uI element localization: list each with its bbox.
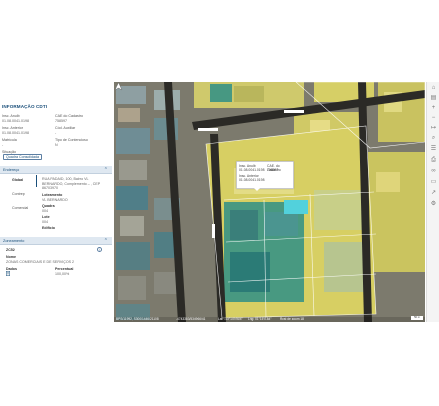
zoom-in-icon[interactable]: + xyxy=(430,105,437,112)
parcel-popup[interactable]: Insc. Anulb 01.08.0041.0198 CAE. do Cada… xyxy=(236,161,294,189)
edificio-label: Edifício xyxy=(42,226,55,230)
cad-cadastro-label: CAE do Cadastro xyxy=(55,114,83,118)
popup-pointer xyxy=(254,188,260,191)
settings-icon[interactable]: ⚙ xyxy=(430,201,437,208)
cod-auxiliar-value: - xyxy=(55,131,57,135)
status-coord-2: -4743383/534966/41 xyxy=(176,317,206,321)
panel-title: INFORMAÇÃO CDTI xyxy=(2,104,48,109)
matricula-value: - xyxy=(2,143,4,147)
zone-code: ZC52 xyxy=(6,248,15,252)
status-zoom: Rcst de zoom 18 xyxy=(280,317,304,321)
logradouro-label: Loteamento xyxy=(42,193,63,197)
endereco-global-value: RUA PADAID, 100, Bairro VL BERNARDO, Com… xyxy=(42,177,101,191)
share-icon[interactable]: ↗ xyxy=(430,190,437,197)
home-icon[interactable]: ⌂ xyxy=(430,85,437,92)
zoom-out-icon[interactable]: − xyxy=(430,115,437,122)
measure-icon[interactable]: ↦ xyxy=(430,125,437,132)
contrep-label: Contrep xyxy=(12,192,25,196)
link-icon[interactable]: ∞ xyxy=(430,168,437,175)
zoneamento-section-title: Zoneamento xyxy=(3,239,25,243)
insc-anterior-value: 01.08.0041.0198 xyxy=(2,131,29,135)
popup-cad-value: 758597 xyxy=(267,168,279,172)
endereco-section-title: Endereço xyxy=(3,168,20,172)
chat-icon[interactable]: ▭ xyxy=(430,179,437,186)
info-icon[interactable]: i xyxy=(97,247,102,252)
map-status-bar: BPS/11992, S300/1446/21108 -4743383/5349… xyxy=(114,317,425,322)
search-icon[interactable]: ⌕ xyxy=(430,135,437,142)
status-coord-4: Lng: 01°15'0.84" xyxy=(248,317,272,321)
situacao-chip[interactable]: Quadra Consolidada xyxy=(3,154,42,160)
cad-cadastro-value: 758597 xyxy=(55,119,67,123)
list-icon[interactable]: ☰ xyxy=(430,146,437,153)
zone-nome-label: Nome xyxy=(6,255,16,259)
print-icon[interactable]: ⎙ xyxy=(430,157,437,164)
status-coord-3: Lat: -13°14'N'6/4" xyxy=(218,317,243,321)
address-indicator-bar xyxy=(36,175,37,187)
info-panel: INFORMAÇÃO CDTI Insc. Anulb 01.08.0041.0… xyxy=(0,82,112,322)
quadra-value: 004 xyxy=(42,209,48,213)
matricula-label: Matrícula xyxy=(2,138,17,142)
tipo-contencioso-label: Tipo de Contencioso xyxy=(55,138,88,142)
insc-anulb-value: 01.08.0041.0198 xyxy=(2,119,29,123)
scale-bar: 50 m xyxy=(411,316,423,320)
insc-anulb-label: Insc. Anulb xyxy=(2,114,20,118)
map-canvas[interactable]: Insc. Anulb 01.08.0041.0198 CAE. do Cada… xyxy=(114,82,425,322)
zone-nome-value: ZONAS COMERCIAIS E DE SERVIÇOS 2 xyxy=(6,260,75,264)
insc-anterior-label: Insc. Anterior xyxy=(2,126,23,130)
endereco-global-label: Global xyxy=(12,178,24,182)
endereco-section-header[interactable]: Endereço ⌃ xyxy=(0,166,112,174)
popup-insc-anulb-value: 01.08.0041.0198 xyxy=(239,168,265,172)
zone-percentual-label: Percentual xyxy=(55,267,74,271)
map-imagery xyxy=(114,82,425,322)
tipo-contencioso-value: N xyxy=(55,143,58,147)
popup-insc-anterior-value: 01.08.0041.0198 xyxy=(239,178,265,182)
lote-label: Lote xyxy=(42,215,50,219)
zone-percentual-value: 100,00% xyxy=(55,272,70,276)
layers-icon[interactable]: ▤ xyxy=(430,95,437,102)
logradouro-value: VL BERNARDO xyxy=(42,198,68,202)
comercial-label: Comercial xyxy=(12,206,29,210)
map-toolbar: ⌂ ▤ + − ↦ ⌕ ☰ ⎙ ∞ ▭ ↗ ⚙ xyxy=(426,82,439,322)
lote-value: 004 xyxy=(42,220,48,224)
document-icon[interactable] xyxy=(6,271,10,276)
chevron-up-icon: ⌃ xyxy=(103,167,108,173)
zoneamento-section-header[interactable]: Zoneamento ⌃ xyxy=(0,237,112,245)
status-coord-1: BPS/11992, S300/1446/21108 xyxy=(116,317,159,321)
north-arrow-icon xyxy=(114,82,123,91)
cod-auxiliar-label: Cód. Auxiliar xyxy=(55,126,76,130)
quadra-label: Quadra xyxy=(42,204,55,208)
chevron-up-icon: ⌃ xyxy=(103,238,108,244)
